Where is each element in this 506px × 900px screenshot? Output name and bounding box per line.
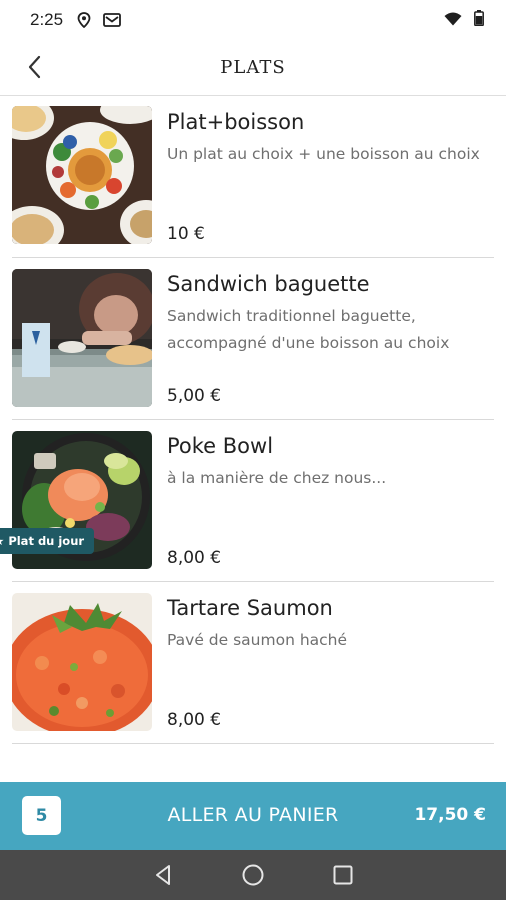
gmail-icon	[103, 13, 121, 27]
nav-home-button[interactable]	[236, 858, 270, 892]
wifi-icon	[444, 11, 462, 30]
item-name: Sandwich baguette	[167, 272, 370, 296]
item-name: Poke Bowl	[167, 434, 274, 458]
location-icon	[77, 12, 91, 28]
status-time: 2:25	[30, 10, 64, 29]
status-bar: 2:25	[0, 0, 506, 40]
battery-icon	[474, 10, 484, 30]
salmon-tartare-photo	[12, 593, 152, 731]
home-circle-icon	[242, 864, 264, 886]
menu-list: Plat+boisson Un plat au choix + une bois…	[0, 96, 506, 782]
item-name: Plat+boisson	[167, 110, 305, 134]
system-nav-bar	[0, 850, 506, 900]
list-item[interactable]: Plat+boisson Un plat au choix + une bois…	[12, 96, 494, 258]
back-button[interactable]	[18, 50, 52, 84]
chevron-left-icon	[28, 55, 41, 79]
page-title: PLATS	[220, 57, 286, 78]
item-description: à la manière de chez nous...	[167, 469, 387, 487]
list-item[interactable]: Sandwich baguette Sandwich traditionnel …	[12, 258, 494, 420]
nav-recents-button[interactable]	[326, 858, 360, 892]
plat-du-jour-badge: ★ Plat du jour	[0, 528, 95, 554]
item-description: Pavé de saumon haché	[167, 631, 348, 649]
item-name: Tartare Saumon	[167, 596, 333, 620]
go-to-cart-button[interactable]: 5 ALLER AU PANIER 17,50 €	[0, 782, 506, 850]
list-item[interactable]: Poke Bowl à la manière de chez nous... 8…	[12, 420, 494, 582]
nav-back-button[interactable]	[146, 858, 180, 892]
list-item[interactable]: Tartare Saumon Pavé de saumon haché 8,00…	[12, 582, 494, 744]
item-description: Un plat au choix + une boisson au choix	[167, 145, 480, 163]
top-app-bar: PLATS	[0, 40, 506, 96]
back-triangle-icon	[156, 865, 170, 885]
cart-total: 17,50 €	[414, 805, 486, 825]
cafe-table-photo	[12, 269, 152, 407]
item-price: 8,00 €	[167, 548, 222, 568]
item-price: 8,00 €	[167, 710, 222, 730]
item-description: Sandwich traditionnel baguette, accompag…	[167, 307, 450, 352]
food-spread-photo	[12, 106, 152, 244]
item-price: 5,00 €	[167, 386, 222, 406]
recents-square-icon	[333, 865, 353, 885]
item-price: 10 €	[167, 224, 205, 244]
app-screen: 2:25 PLATS Plat+boisson Un plat au choix…	[0, 0, 506, 900]
